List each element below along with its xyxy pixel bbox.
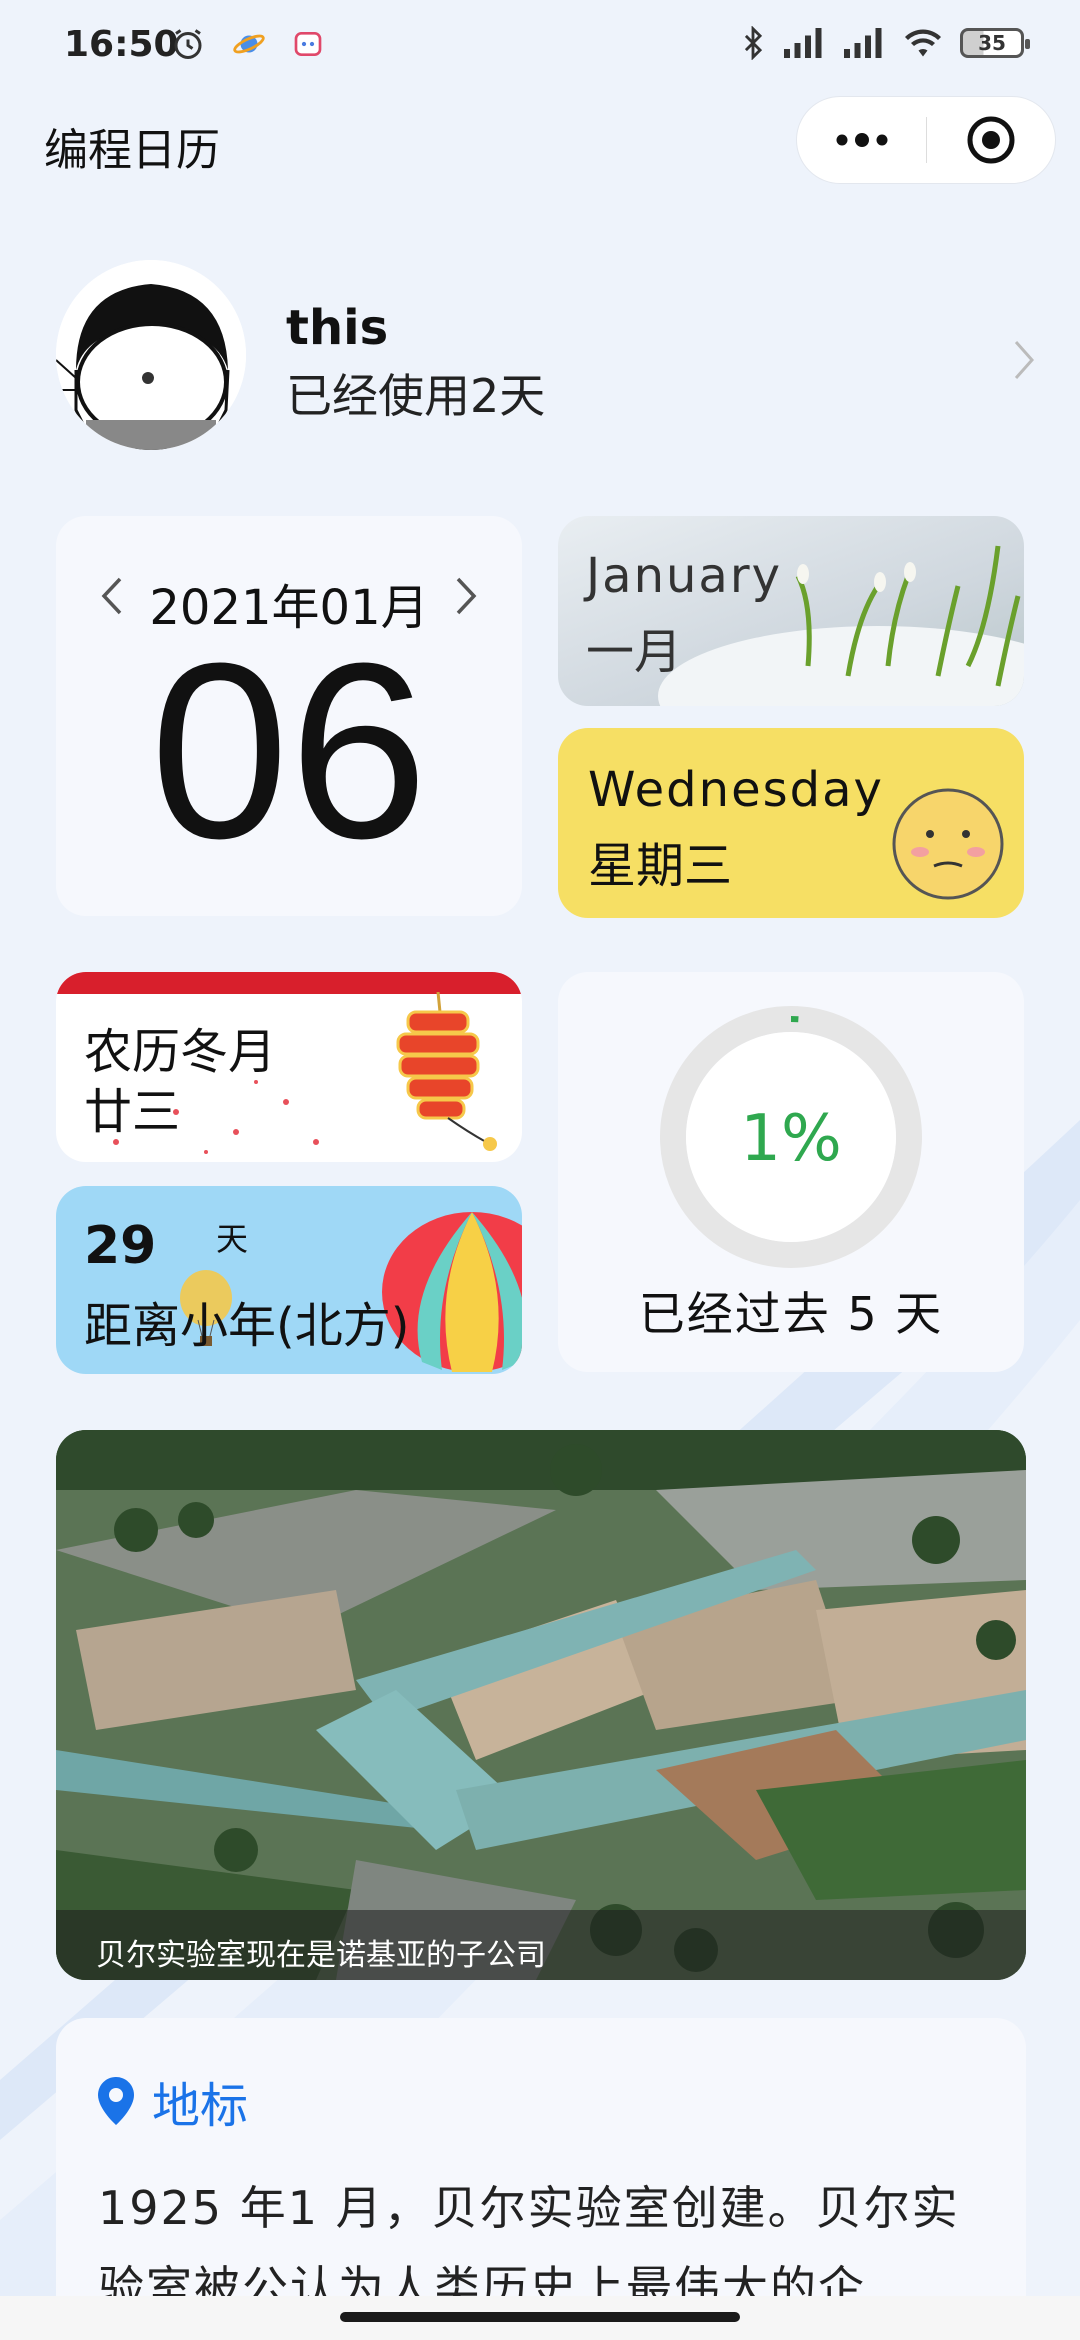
chevron-right-icon (1014, 341, 1035, 379)
chevron-right-icon[interactable] (454, 576, 478, 616)
close-mini-program-button[interactable] (927, 96, 1055, 184)
year-progress-card: 1% 已经过去 5 天 (558, 972, 1024, 1372)
lunar-card: 农历冬月 廿三 (56, 972, 522, 1162)
lunar-day: 廿三 (84, 1084, 181, 1140)
month-card: January 一月 (558, 516, 1024, 706)
weekday-card: Wednesday 星期三 (558, 728, 1024, 918)
worried-face-icon (892, 788, 1004, 900)
landmark-photo-card[interactable]: 贝尔实验室现在是诺基亚的子公司 (56, 1430, 1026, 1980)
signal-icon (784, 28, 822, 58)
month-english: January (586, 548, 782, 604)
photo-caption: 贝尔实验室现在是诺基亚的子公司 (56, 1910, 1026, 1980)
planet-icon (233, 34, 265, 54)
mini-program-capsule (796, 96, 1056, 184)
firecracker-icon (396, 992, 497, 1151)
weekday-english: Wednesday (588, 762, 884, 818)
bell-labs-aerial-photo (56, 1430, 1026, 1980)
status-bar: 16:50 35 (0, 0, 1080, 92)
usage-days: 已经使用2天 (286, 369, 546, 423)
target-icon (967, 116, 1015, 164)
countdown-unit: 天 (216, 1220, 249, 1258)
weekday-chinese: 星期三 (588, 838, 733, 894)
signal-icon (844, 28, 882, 58)
countdown-card: 29 天 距离小年(北方) (56, 1186, 522, 1374)
battery-icon: 35 (960, 28, 1030, 58)
landmark-heading-label: 地标 (152, 2078, 249, 2134)
battery-level: 35 (978, 31, 1006, 55)
day-number: 06 (149, 611, 429, 890)
app-badge-icon (294, 32, 322, 56)
alarm-icon (174, 29, 202, 59)
progress-percent: 1% (740, 1102, 842, 1176)
landmark-heading: 地标 (98, 2066, 248, 2136)
page-title: 编程日历 (44, 125, 220, 176)
location-pin-icon (98, 2077, 134, 2125)
countdown-description: 距离小年(北方) (84, 1298, 410, 1354)
home-indicator[interactable] (340, 2312, 740, 2322)
days-passed-label: 已经过去 5 天 (638, 1287, 944, 1341)
landmark-info-card: 地标 1925 年1 月，贝尔实验室创建。贝尔实验室被公认为人类历史上最伟大的企 (56, 2018, 1026, 2340)
avatar-image (56, 260, 246, 450)
avatar[interactable] (56, 260, 246, 450)
date-card: 2021年01月 06 (56, 516, 522, 916)
profile-row[interactable]: this 已经使用2天 (56, 260, 1036, 450)
more-button[interactable] (797, 96, 926, 184)
countdown-number: 29 (84, 1216, 157, 1276)
more-dots-icon (836, 133, 887, 147)
bluetooth-icon (744, 26, 763, 60)
status-time: 16:50 (64, 24, 179, 65)
wifi-icon (905, 29, 941, 57)
month-chinese: 一月 (586, 624, 683, 680)
user-name: this (286, 300, 389, 356)
